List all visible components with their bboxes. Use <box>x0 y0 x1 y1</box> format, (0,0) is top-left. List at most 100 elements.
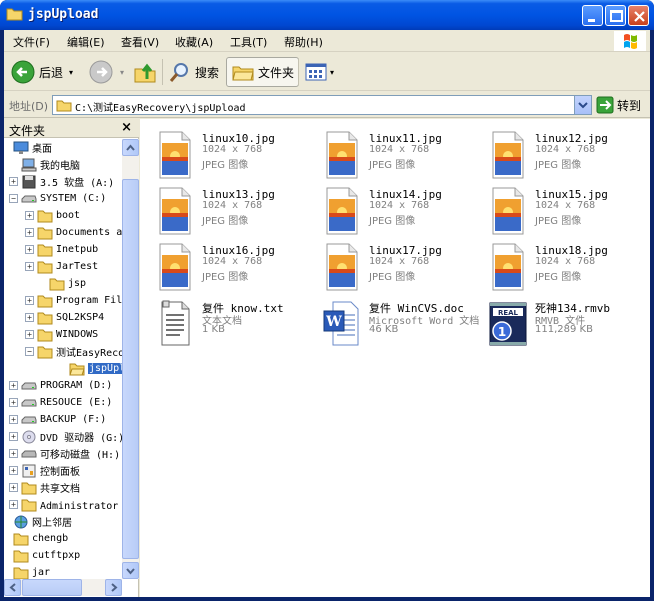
expand-icon[interactable]: + <box>9 432 18 441</box>
file-detail: 1024 x 768 <box>202 256 263 267</box>
folder-icon <box>37 346 53 358</box>
desktop-icon <box>13 141 29 154</box>
minimize-button[interactable] <box>582 5 603 26</box>
views-button[interactable]: ▾ <box>304 57 334 87</box>
folders-label: 文件夹 <box>258 65 295 80</box>
file-item[interactable]: linux15.jpg 1024 x 768 JPEG 图像 <box>483 185 643 237</box>
views-icon <box>305 63 327 81</box>
folder-icon <box>37 210 53 222</box>
back-button[interactable]: 后退 ▾ <box>10 57 73 87</box>
expand-icon[interactable]: + <box>25 313 34 322</box>
file-item[interactable]: linux17.jpg 1024 x 768 JPEG 图像 <box>317 241 477 293</box>
tree-item[interactable]: 网上邻居 <box>4 513 72 530</box>
folder-pane-vertical-scrollbar[interactable] <box>122 139 139 579</box>
tree-item[interactable]: + Inetpub <box>25 241 98 258</box>
close-button[interactable] <box>628 5 649 26</box>
tree-item[interactable]: + Documents ar <box>25 224 122 241</box>
menu-view[interactable]: 查看(V) <box>121 34 159 50</box>
back-arrow-icon <box>11 60 35 84</box>
collapse-icon[interactable]: − <box>9 194 18 203</box>
tree-item[interactable]: jsp <box>37 275 86 292</box>
file-item[interactable]: linux18.jpg 1024 x 768 JPEG 图像 <box>483 241 643 293</box>
expand-icon[interactable]: + <box>9 177 18 186</box>
expand-icon[interactable]: + <box>9 449 18 458</box>
file-type: 111,289 KB <box>535 324 593 335</box>
file-item[interactable]: linux11.jpg 1024 x 768 JPEG 图像 <box>317 129 477 181</box>
tree-item[interactable]: + 控制面板 <box>9 462 80 479</box>
scroll-left-button[interactable] <box>4 579 21 596</box>
address-dropdown-button[interactable] <box>574 96 591 114</box>
folder-pane-horizontal-scrollbar[interactable] <box>4 579 122 596</box>
expand-icon[interactable]: + <box>25 330 34 339</box>
expand-icon[interactable]: + <box>25 211 34 220</box>
tree-item[interactable]: − 测试EasyReco <box>25 343 122 360</box>
expand-icon[interactable]: + <box>9 500 18 509</box>
title-bar[interactable]: jspUpload <box>0 0 654 30</box>
folder-pane-close-button[interactable]: × <box>121 120 132 135</box>
tree-item[interactable]: − SYSTEM (C:) <box>9 190 106 207</box>
tree-item[interactable]: jar <box>4 564 50 579</box>
scroll-thumb[interactable] <box>122 179 139 559</box>
file-item[interactable]: linux10.jpg 1024 x 768 JPEG 图像 <box>150 129 310 181</box>
tree-item[interactable]: + 可移动磁盘 (H:) <box>9 445 120 462</box>
expand-icon[interactable]: + <box>9 415 18 424</box>
horizontal-scroll-thumb[interactable] <box>22 579 82 596</box>
up-folder-button[interactable] <box>132 57 158 87</box>
scroll-up-button[interactable] <box>122 139 139 156</box>
tree-item[interactable]: + PROGRAM (D:) <box>9 377 112 394</box>
expand-icon[interactable]: + <box>25 262 34 271</box>
views-dropdown-icon[interactable]: ▾ <box>330 68 334 77</box>
search-icon <box>169 63 188 82</box>
folders-button[interactable]: 文件夹 <box>226 57 300 87</box>
jpeg-icon <box>159 187 191 235</box>
tree-item-label: jsp <box>68 278 87 289</box>
expand-icon[interactable]: + <box>25 296 34 305</box>
forward-dropdown-icon[interactable]: ▾ <box>120 68 124 77</box>
tree-item[interactable]: 我的电脑 <box>9 156 80 173</box>
tree-item[interactable]: + Administrator 的 <box>9 496 122 513</box>
tree-item[interactable]: chengb <box>4 530 68 547</box>
tree-item[interactable]: + 共享文档 <box>9 479 80 496</box>
tree-item[interactable]: 桌面 <box>4 139 52 156</box>
tree-item[interactable]: + SQL2KSP4 <box>25 309 104 326</box>
file-item[interactable]: linux13.jpg 1024 x 768 JPEG 图像 <box>150 185 310 237</box>
file-item[interactable]: linux12.jpg 1024 x 768 JPEG 图像 <box>483 129 643 181</box>
file-item[interactable]: linux14.jpg 1024 x 768 JPEG 图像 <box>317 185 477 237</box>
tree-item[interactable]: + WINDOWS <box>25 326 98 343</box>
maximize-button[interactable] <box>605 5 626 26</box>
jpeg-icon <box>326 187 358 235</box>
tree-item-label: 我的电脑 <box>40 161 80 172</box>
tree-item[interactable]: + RESOUCE (E:) <box>9 394 112 411</box>
menu-favorites[interactable]: 收藏(A) <box>175 34 213 50</box>
expand-icon[interactable]: + <box>9 483 18 492</box>
tree-item[interactable]: cutftpxp <box>4 547 80 564</box>
tree-item[interactable]: +3.5 软盘 (A:) <box>9 173 114 190</box>
file-item[interactable]: W 复件 WinCVS.doc Microsoft Word 文档 46 KB <box>317 297 479 349</box>
tree-item[interactable]: + BACKUP (F:) <box>9 411 106 428</box>
collapse-icon[interactable]: − <box>25 347 34 356</box>
tree-item[interactable]: jspUpload <box>57 360 122 377</box>
expand-icon[interactable]: + <box>25 245 34 254</box>
menu-tools[interactable]: 工具(T) <box>230 34 267 50</box>
file-item[interactable]: 复件 know.txt 文本文档 1 KB <box>150 297 310 349</box>
menu-help[interactable]: 帮助(H) <box>284 34 323 50</box>
expand-icon[interactable]: + <box>9 398 18 407</box>
file-item[interactable]: REAL 1 死神134.rmvb RMVB 文件 111,289 KB <box>483 297 643 349</box>
tree-item[interactable]: + boot <box>25 207 80 224</box>
menu-edit[interactable]: 编辑(E) <box>67 34 105 50</box>
expand-icon[interactable]: + <box>25 228 34 237</box>
search-button[interactable]: 搜索 <box>168 57 219 87</box>
forward-button[interactable]: ▾ <box>88 57 124 87</box>
scroll-down-button[interactable] <box>122 562 139 579</box>
expand-icon[interactable]: + <box>9 466 18 475</box>
go-button[interactable]: 转到 <box>596 96 641 114</box>
scroll-right-button[interactable] <box>105 579 122 596</box>
tree-item[interactable]: + Program File <box>25 292 122 309</box>
address-input[interactable]: C:\测试EasyRecovery\jspUpload <box>52 95 592 115</box>
tree-item[interactable]: + DVD 驱动器 (G:) <box>9 428 122 445</box>
expand-icon[interactable]: + <box>9 381 18 390</box>
back-dropdown-icon[interactable]: ▾ <box>69 68 73 77</box>
file-item[interactable]: linux16.jpg 1024 x 768 JPEG 图像 <box>150 241 310 293</box>
menu-file[interactable]: 文件(F) <box>13 34 50 50</box>
tree-item[interactable]: + JarTest <box>25 258 98 275</box>
